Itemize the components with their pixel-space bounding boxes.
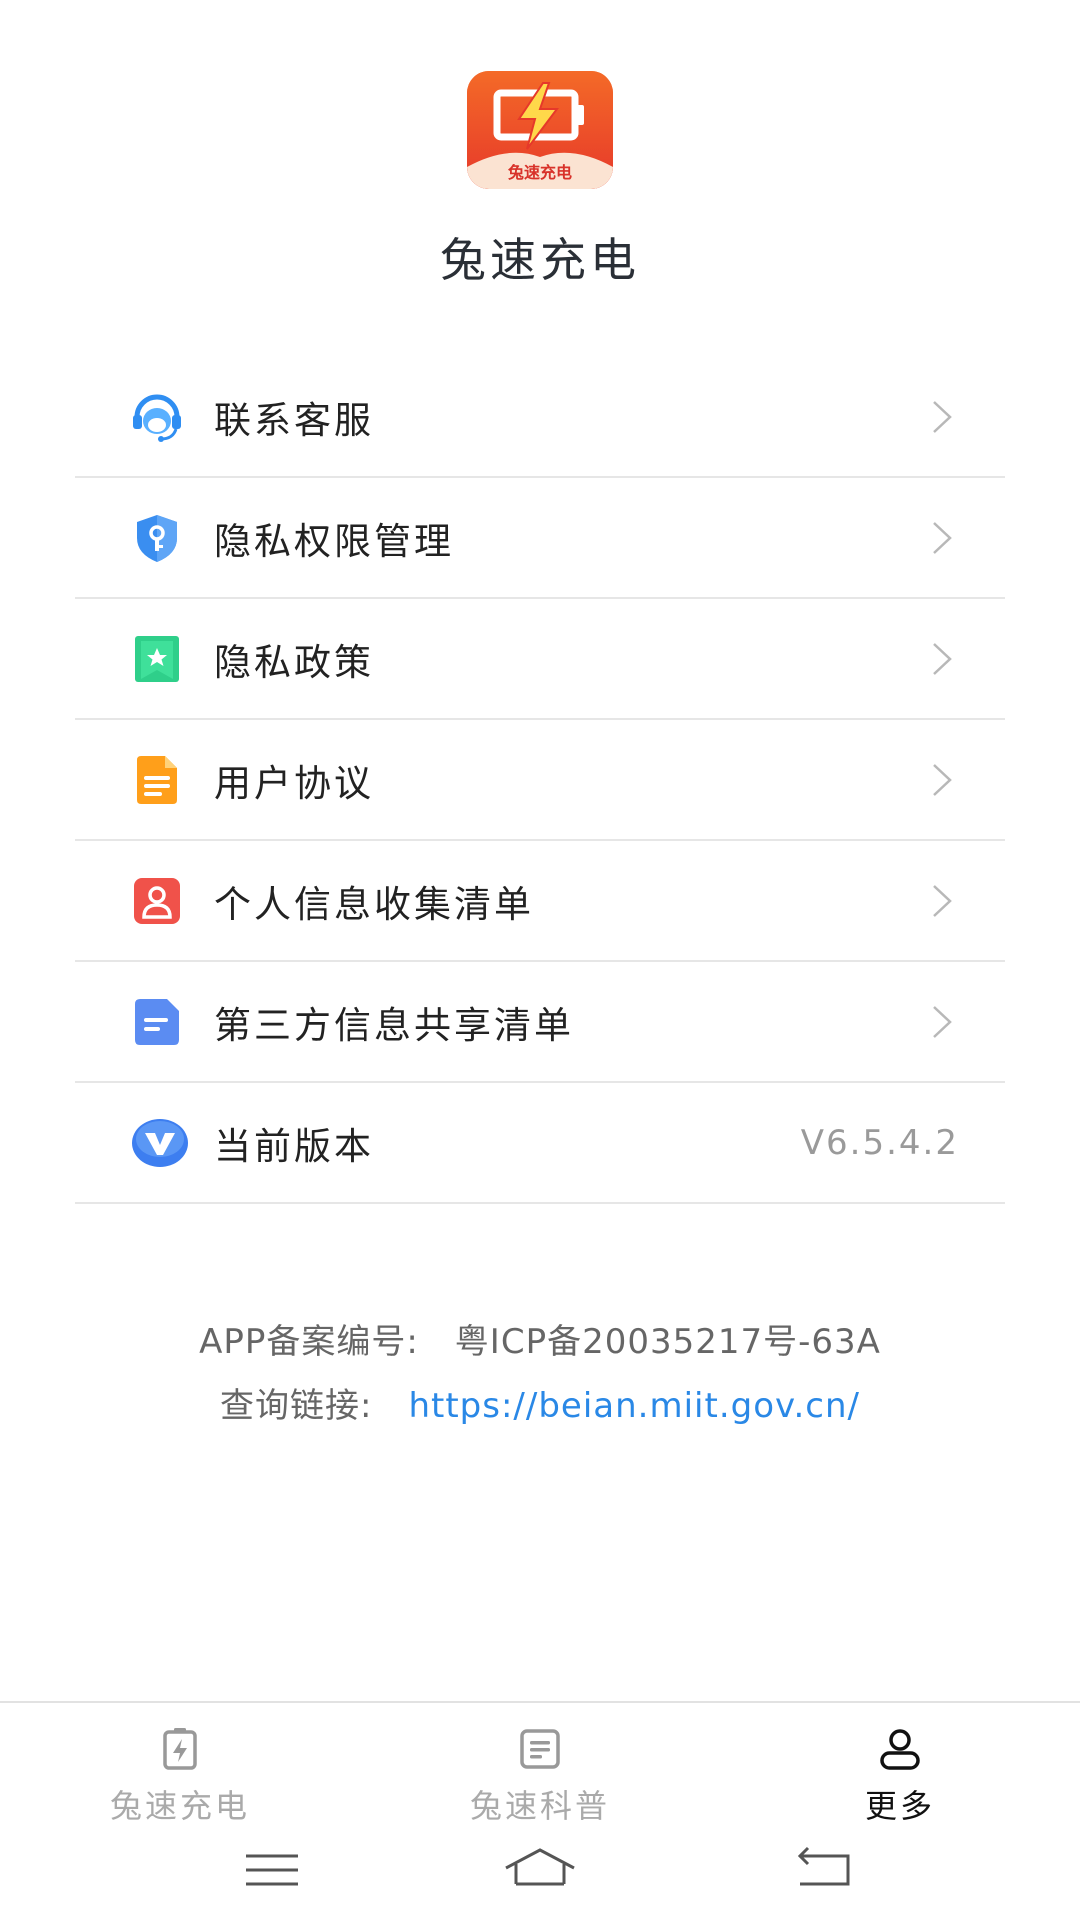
query-link-line: 查询链接: https://beian.miit.gov.cn/: [0, 1374, 1080, 1438]
back-icon[interactable]: [784, 1842, 864, 1898]
document-icon: [131, 754, 183, 806]
article-icon: [520, 1729, 560, 1769]
menu-item-privacy-policy[interactable]: 隐私政策: [75, 599, 1005, 720]
privacy-shield-icon: [131, 512, 183, 564]
person-card-icon: [131, 875, 183, 927]
tab-charging[interactable]: 兔速充电: [60, 1703, 300, 1825]
menu-icon[interactable]: [232, 1842, 312, 1898]
home-icon[interactable]: [500, 1842, 580, 1898]
icp-number: 粤ICP备20035217号-63A: [454, 1322, 881, 1362]
menu-item-label: 隐私权限管理: [214, 519, 454, 563]
icp-number-line: APP备案编号: 粤ICP备20035217号-63A: [0, 1310, 1080, 1374]
menu-item-privacy-permissions[interactable]: 隐私权限管理: [75, 478, 1005, 599]
query-link[interactable]: https://beian.miit.gov.cn/: [408, 1386, 860, 1426]
icp-record-info: APP备案编号: 粤ICP备20035217号-63A 查询链接: https://…: [0, 1310, 1080, 1438]
app-header: 兔速充电 兔速充电: [0, 0, 1080, 320]
menu-item-label: 当前版本: [214, 1124, 374, 1168]
person-icon: [880, 1729, 920, 1770]
tab-label: 兔速充电: [109, 1787, 250, 1825]
menu-item-label: 隐私政策: [214, 640, 374, 684]
tab-science[interactable]: 兔速科普: [420, 1703, 660, 1825]
app-name: 兔速充电: [440, 233, 640, 287]
tab-label: 更多: [864, 1787, 935, 1825]
bookmark-star-icon: [131, 633, 183, 685]
chevron-right-icon: [933, 763, 952, 796]
menu-item-user-agreement[interactable]: 用户协议: [75, 720, 1005, 841]
menu-item-personal-info-list[interactable]: 个人信息收集清单: [75, 841, 1005, 962]
menu-item-customer-service[interactable]: 联系客服: [75, 357, 1005, 478]
menu-item-label: 第三方信息共享清单: [214, 1003, 574, 1047]
customer-service-icon: [131, 391, 183, 443]
chevron-right-icon: [933, 642, 952, 675]
notes-icon: [131, 996, 183, 1048]
query-label: 查询链接:: [220, 1386, 373, 1426]
tab-more[interactable]: 更多: [780, 1703, 1020, 1825]
battery-charge-icon: [163, 1728, 197, 1770]
menu-item-current-version: 当前版本 V6.5.4.2: [75, 1083, 1005, 1204]
menu-item-label: 用户协议: [214, 761, 374, 805]
version-v-icon: [131, 1117, 188, 1169]
chevron-right-icon: [933, 1005, 952, 1038]
more-page: 兔速充电 兔速充电 联系客服 隐私权限管理 隐私政策 用户协议 个人信息收集清单…: [0, 0, 1080, 1920]
logo-text: 兔速充电: [507, 163, 572, 182]
menu-item-label: 个人信息收集清单: [214, 882, 534, 926]
version-number: V6.5.4.2: [800, 1122, 959, 1163]
settings-menu: 联系客服 隐私权限管理 隐私政策 用户协议 个人信息收集清单 第三方信息共享清单…: [75, 357, 1005, 1204]
chevron-right-icon: [933, 521, 952, 554]
bottom-tab-bar: 兔速充电 兔速科普 更多: [0, 1701, 1080, 1825]
system-nav-bar: [0, 1822, 1080, 1920]
tab-label: 兔速科普: [469, 1787, 610, 1825]
app-logo: 兔速充电: [467, 71, 613, 189]
chevron-right-icon: [933, 884, 952, 917]
icp-label: APP备案编号:: [199, 1322, 419, 1362]
chevron-right-icon: [933, 400, 952, 433]
menu-item-third-party-sharing[interactable]: 第三方信息共享清单: [75, 962, 1005, 1083]
menu-item-label: 联系客服: [214, 398, 374, 442]
